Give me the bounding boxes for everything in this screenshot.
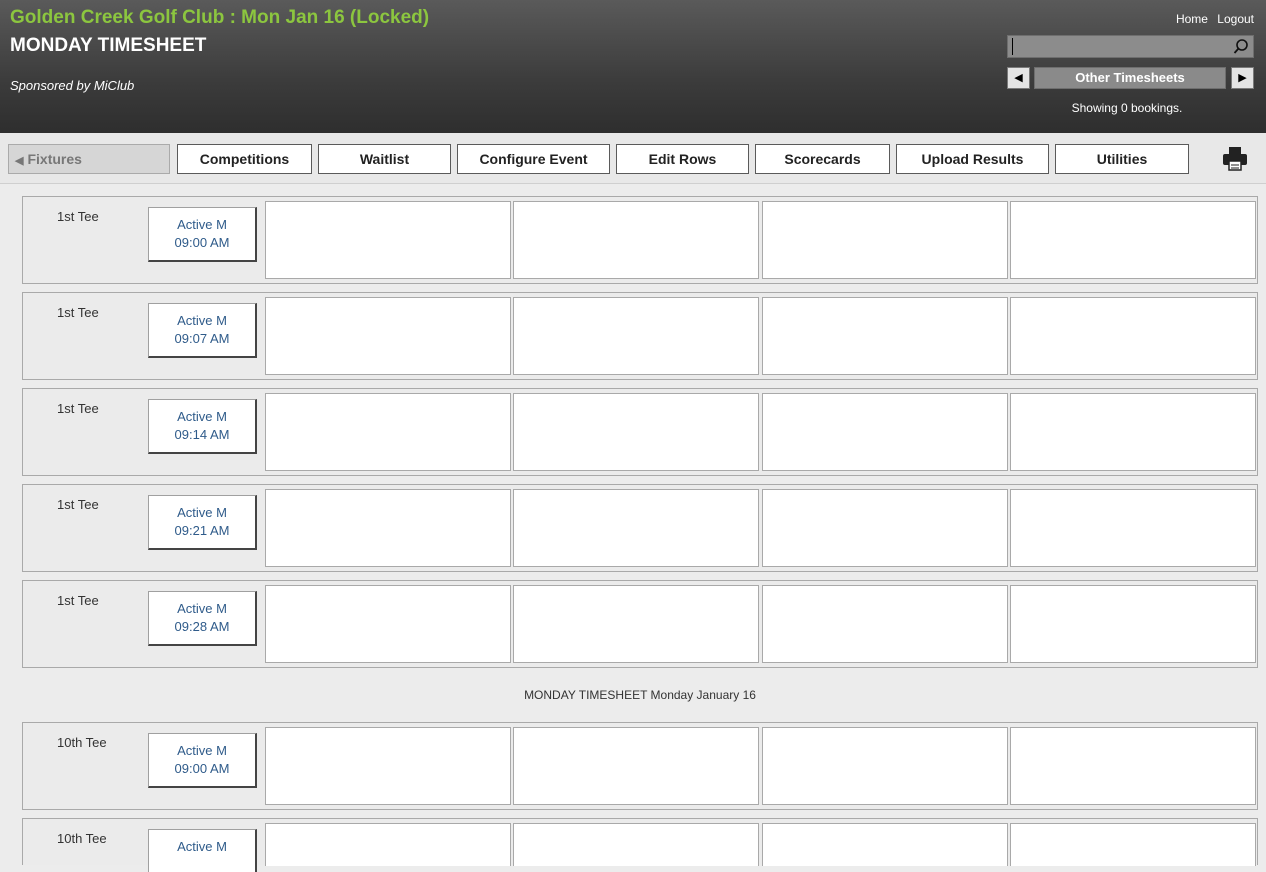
timesheet-nav: ◀ Other Timesheets ▶ — [1007, 67, 1254, 89]
player-cell[interactable] — [265, 727, 511, 805]
tee-slot-row: 1st Tee Active M 09:00 AM — [22, 196, 1258, 284]
next-timesheet-button[interactable]: ▶ — [1231, 67, 1254, 89]
tee-label: 1st Tee — [57, 593, 99, 608]
tee-slot-row: 10th Tee Active M 09:00 AM — [22, 722, 1258, 810]
player-cell[interactable] — [265, 489, 511, 567]
slot-type: Active M — [177, 601, 227, 616]
club-title: Golden Creek Golf Club : Mon Jan 16 (Loc… — [10, 7, 430, 28]
player-cell[interactable] — [1010, 727, 1256, 805]
header-bar: Golden Creek Golf Club : Mon Jan 16 (Loc… — [0, 0, 1266, 133]
competitions-button[interactable]: Competitions — [177, 144, 312, 174]
sponsor-text: Sponsored by MiClub — [10, 78, 135, 93]
slot-time: 09:28 AM — [174, 619, 230, 634]
back-arrow-icon: ◀ — [15, 155, 24, 167]
player-cell[interactable] — [513, 393, 759, 471]
slot-time: 09:00 AM — [174, 235, 230, 250]
page-title: MONDAY TIMESHEET — [10, 35, 207, 56]
booking-count: Showing 0 bookings. — [1071, 101, 1183, 115]
player-cell[interactable] — [1010, 393, 1256, 471]
player-cell[interactable] — [513, 823, 759, 866]
other-timesheets-button[interactable]: Other Timesheets — [1034, 67, 1226, 89]
tee-label: 1st Tee — [57, 401, 99, 416]
player-cell[interactable] — [1010, 201, 1256, 279]
player-cell[interactable] — [265, 585, 511, 663]
slot-time: 09:07 AM — [174, 331, 230, 346]
utilities-button[interactable]: Utilities — [1055, 144, 1189, 174]
tee-time-button[interactable]: Active M 09:14 AM — [148, 399, 257, 454]
player-cell[interactable] — [265, 393, 511, 471]
search-input[interactable] — [1012, 38, 1222, 55]
player-cell[interactable] — [513, 201, 759, 279]
search-box — [1007, 35, 1254, 58]
tee-slot-row: 1st Tee Active M 09:21 AM — [22, 484, 1258, 572]
slot-type: Active M — [177, 409, 227, 424]
player-cell[interactable] — [513, 727, 759, 805]
player-cell[interactable] — [762, 297, 1008, 375]
player-cell[interactable] — [513, 489, 759, 567]
tee-label: 10th Tee — [57, 831, 107, 846]
tee-time-button[interactable]: Active M — [148, 829, 257, 872]
player-cell[interactable] — [762, 489, 1008, 567]
tee-slot-row: 1st Tee Active M 09:07 AM — [22, 292, 1258, 380]
slot-time: 09:00 AM — [174, 761, 230, 776]
top-links: Home Logout — [1170, 12, 1254, 26]
home-link[interactable]: Home — [1176, 12, 1208, 26]
toolbar: ◀ Fixtures Competitions Waitlist Configur… — [0, 133, 1266, 184]
player-cell[interactable] — [265, 823, 511, 866]
tee-time-button[interactable]: Active M 09:21 AM — [148, 495, 257, 550]
tee-label: 1st Tee — [57, 209, 99, 224]
player-cell[interactable] — [1010, 585, 1256, 663]
tee-label: 1st Tee — [57, 305, 99, 320]
tee-label: 10th Tee — [57, 735, 107, 750]
player-cell[interactable] — [762, 585, 1008, 663]
slot-time: 09:21 AM — [174, 523, 230, 538]
slot-type: Active M — [177, 743, 227, 758]
search-icon[interactable] — [1232, 37, 1250, 56]
tee-time-button[interactable]: Active M 09:28 AM — [148, 591, 257, 646]
logout-link[interactable]: Logout — [1217, 12, 1254, 26]
tee-time-button[interactable]: Active M 09:00 AM — [148, 207, 257, 262]
player-cell[interactable] — [513, 585, 759, 663]
fixtures-button[interactable]: ◀ Fixtures — [8, 144, 170, 174]
fixtures-label: Fixtures — [27, 151, 82, 167]
slot-type: Active M — [177, 839, 227, 854]
slot-type: Active M — [177, 505, 227, 520]
slot-type: Active M — [177, 313, 227, 328]
upload-results-button[interactable]: Upload Results — [896, 144, 1049, 174]
configure-event-button[interactable]: Configure Event — [457, 144, 610, 174]
prev-timesheet-button[interactable]: ◀ — [1007, 67, 1030, 89]
player-cell[interactable] — [762, 201, 1008, 279]
tee-slot-row: 1st Tee Active M 09:28 AM — [22, 580, 1258, 668]
slot-type: Active M — [177, 217, 227, 232]
player-cell[interactable] — [513, 297, 759, 375]
player-cell[interactable] — [762, 823, 1008, 866]
player-cell[interactable] — [762, 727, 1008, 805]
tee-time-button[interactable]: Active M 09:07 AM — [148, 303, 257, 358]
player-cell[interactable] — [1010, 823, 1256, 866]
waitlist-button[interactable]: Waitlist — [318, 144, 451, 174]
tee-section-separator: MONDAY TIMESHEET Monday January 16 — [524, 688, 756, 702]
slot-time: 09:14 AM — [174, 427, 230, 442]
player-cell[interactable] — [1010, 297, 1256, 375]
player-cell[interactable] — [762, 393, 1008, 471]
scorecards-button[interactable]: Scorecards — [755, 144, 890, 174]
player-cell[interactable] — [265, 297, 511, 375]
tee-slot-row: 10th Tee Active M — [22, 818, 1258, 872]
tee-time-button[interactable]: Active M 09:00 AM — [148, 733, 257, 788]
edit-rows-button[interactable]: Edit Rows — [616, 144, 749, 174]
tee-label: 1st Tee — [57, 497, 99, 512]
player-cell[interactable] — [265, 201, 511, 279]
tee-slot-row: 1st Tee Active M 09:14 AM — [22, 388, 1258, 476]
printer-icon[interactable] — [1220, 145, 1250, 173]
player-cell[interactable] — [1010, 489, 1256, 567]
